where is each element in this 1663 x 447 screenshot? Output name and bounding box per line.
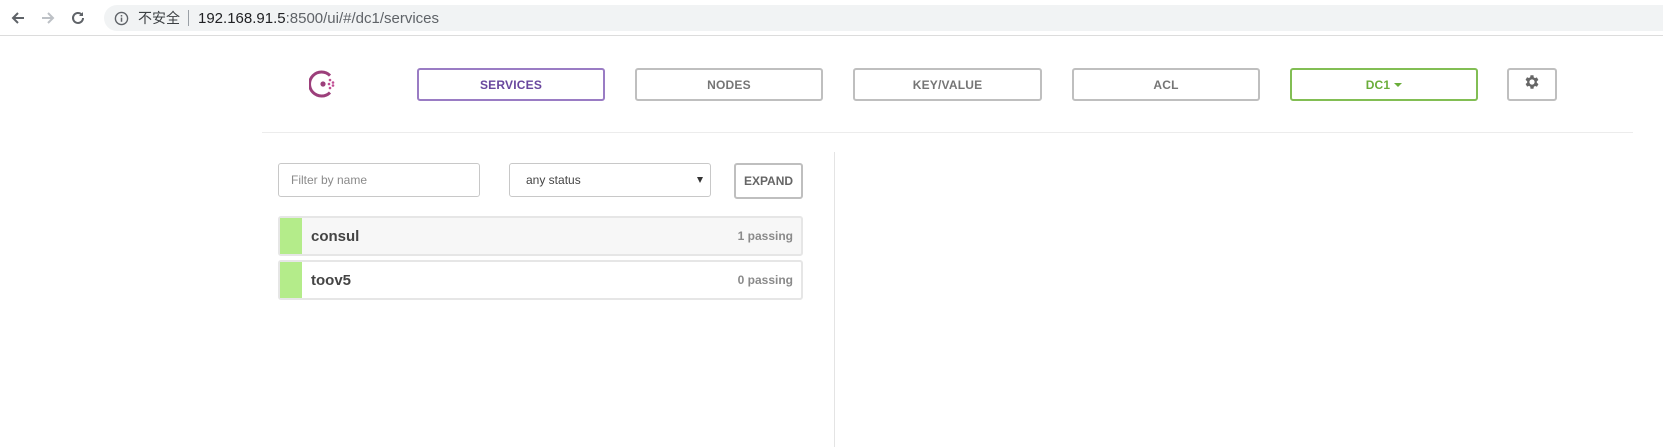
datacenter-dropdown[interactable]: DC1 xyxy=(1290,68,1478,101)
url-path: :8500/ui/#/dc1/services xyxy=(285,9,440,27)
reload-icon[interactable] xyxy=(67,7,89,29)
service-item-toov5[interactable]: toov5 0 passing xyxy=(278,260,803,300)
tab-key-value[interactable]: KEY/VALUE xyxy=(853,68,1042,101)
expand-button[interactable]: EXPAND xyxy=(734,163,803,199)
chevron-down-icon xyxy=(1394,82,1403,87)
consul-logo-icon[interactable] xyxy=(308,69,339,99)
datacenter-label: DC1 xyxy=(1365,77,1391,92)
service-name: toov5 xyxy=(311,272,352,289)
address-bar[interactable]: 不安全 192.168.91.5:8500/ui/#/dc1/services xyxy=(104,5,1663,31)
service-name: consul xyxy=(311,228,360,245)
filter-by-name-input[interactable] xyxy=(278,163,480,197)
tab-services[interactable]: SERVICES xyxy=(417,68,605,101)
health-status-bar xyxy=(280,262,302,298)
info-icon[interactable] xyxy=(113,10,129,26)
service-item-consul[interactable]: consul 1 passing xyxy=(278,216,803,256)
settings-button[interactable] xyxy=(1507,68,1557,101)
url-host: 192.168.91.5 xyxy=(198,9,286,27)
security-label: 不安全 xyxy=(138,11,180,27)
select-arrow-icon xyxy=(697,177,703,183)
health-status-bar xyxy=(280,218,302,254)
tab-acl[interactable]: ACL xyxy=(1072,68,1260,101)
header-divider xyxy=(262,132,1633,133)
forward-arrow-icon[interactable] xyxy=(37,7,59,29)
column-divider xyxy=(834,152,835,447)
tab-nodes[interactable]: NODES xyxy=(635,68,823,101)
back-arrow-icon[interactable] xyxy=(7,7,29,29)
url-text[interactable]: 192.168.91.5:8500/ui/#/dc1/services xyxy=(198,10,439,27)
address-separator xyxy=(188,10,189,26)
status-select[interactable]: any status xyxy=(509,163,711,197)
service-status: 0 passing xyxy=(737,273,793,287)
gear-icon xyxy=(1523,73,1541,96)
service-status: 1 passing xyxy=(737,229,793,243)
status-select-value: any status xyxy=(526,173,581,187)
browser-toolbar: 不安全 192.168.91.5:8500/ui/#/dc1/services xyxy=(0,0,1663,36)
